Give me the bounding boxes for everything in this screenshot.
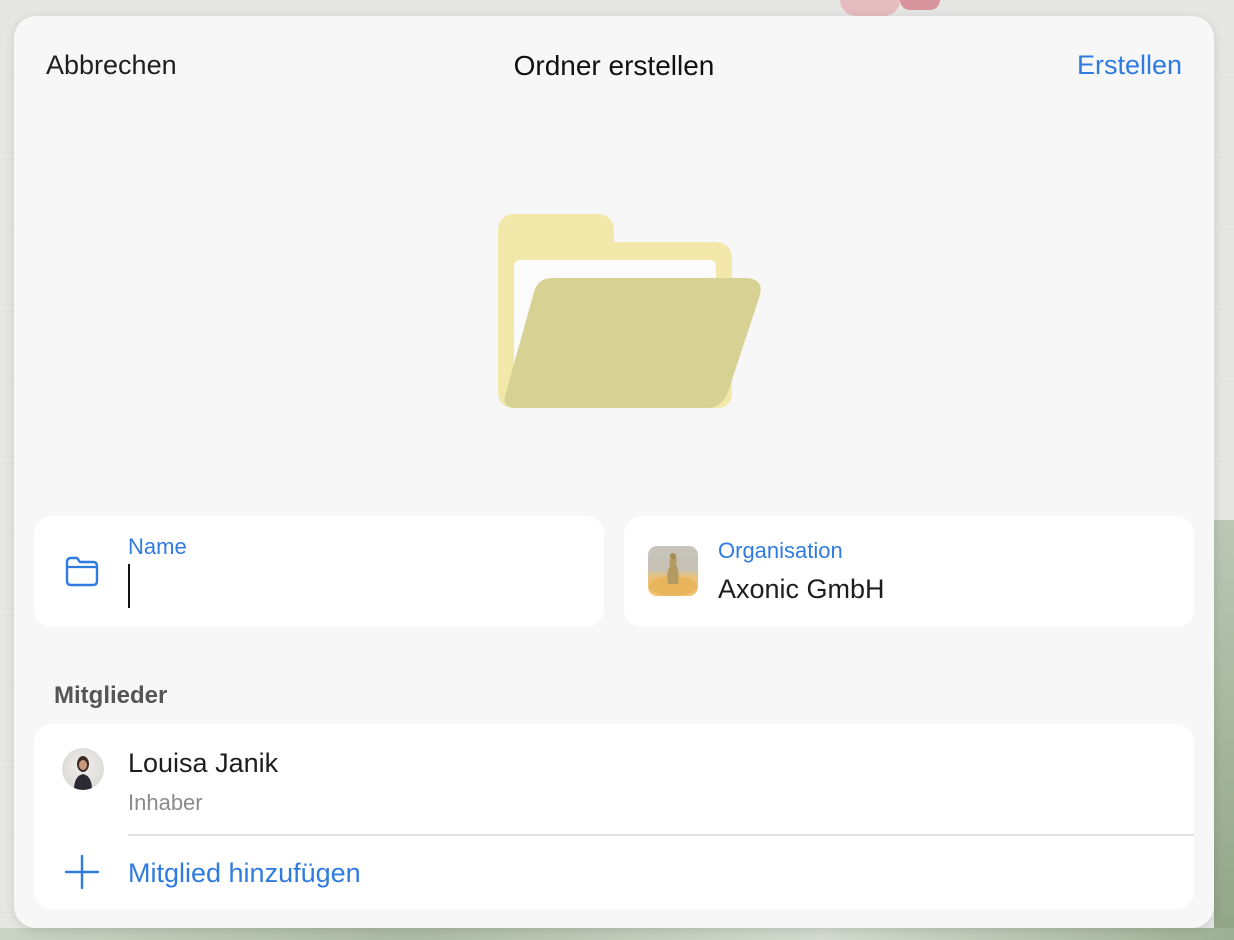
background-decoration — [0, 928, 1234, 940]
dialog-header: Abbrechen Ordner erstellen Erstellen — [14, 16, 1214, 116]
organization-avatar-image — [649, 553, 697, 596]
organization-label: Organisation — [718, 538, 843, 563]
dialog-title: Ordner erstellen — [513, 50, 715, 81]
add-member-label: Mitglied hinzufügen — [128, 858, 361, 888]
organization-avatar — [648, 546, 698, 596]
background-decoration — [840, 0, 900, 16]
avatar-image — [74, 756, 92, 790]
create-button[interactable]: Erstellen — [1077, 50, 1182, 81]
organization-card[interactable]: Organisation Axonic GmbH — [624, 516, 1194, 627]
folder-front-shape — [504, 278, 761, 408]
background-decoration — [1214, 520, 1234, 940]
organization-value: Axonic GmbH — [718, 574, 885, 604]
background-decoration — [900, 0, 940, 10]
plus-icon — [64, 854, 100, 890]
member-role: Inhaber — [128, 790, 203, 815]
name-field-label: Name — [128, 534, 187, 559]
folder-icon — [65, 556, 99, 587]
member-name: Louisa Janik — [128, 748, 279, 778]
text-cursor — [128, 564, 130, 608]
add-member-button[interactable]: Mitglied hinzufügen — [34, 836, 1194, 909]
folder-open-icon — [498, 214, 761, 408]
members-card: Louisa Janik Inhaber Mitglied hinzufügen — [34, 724, 1194, 909]
members-section-title: Mitglieder — [54, 682, 168, 709]
create-folder-dialog: Abbrechen Ordner erstellen Erstellen Nam… — [14, 16, 1214, 928]
name-input[interactable] — [128, 562, 568, 608]
avatar — [62, 748, 104, 790]
name-field-card[interactable]: Name — [34, 516, 604, 627]
